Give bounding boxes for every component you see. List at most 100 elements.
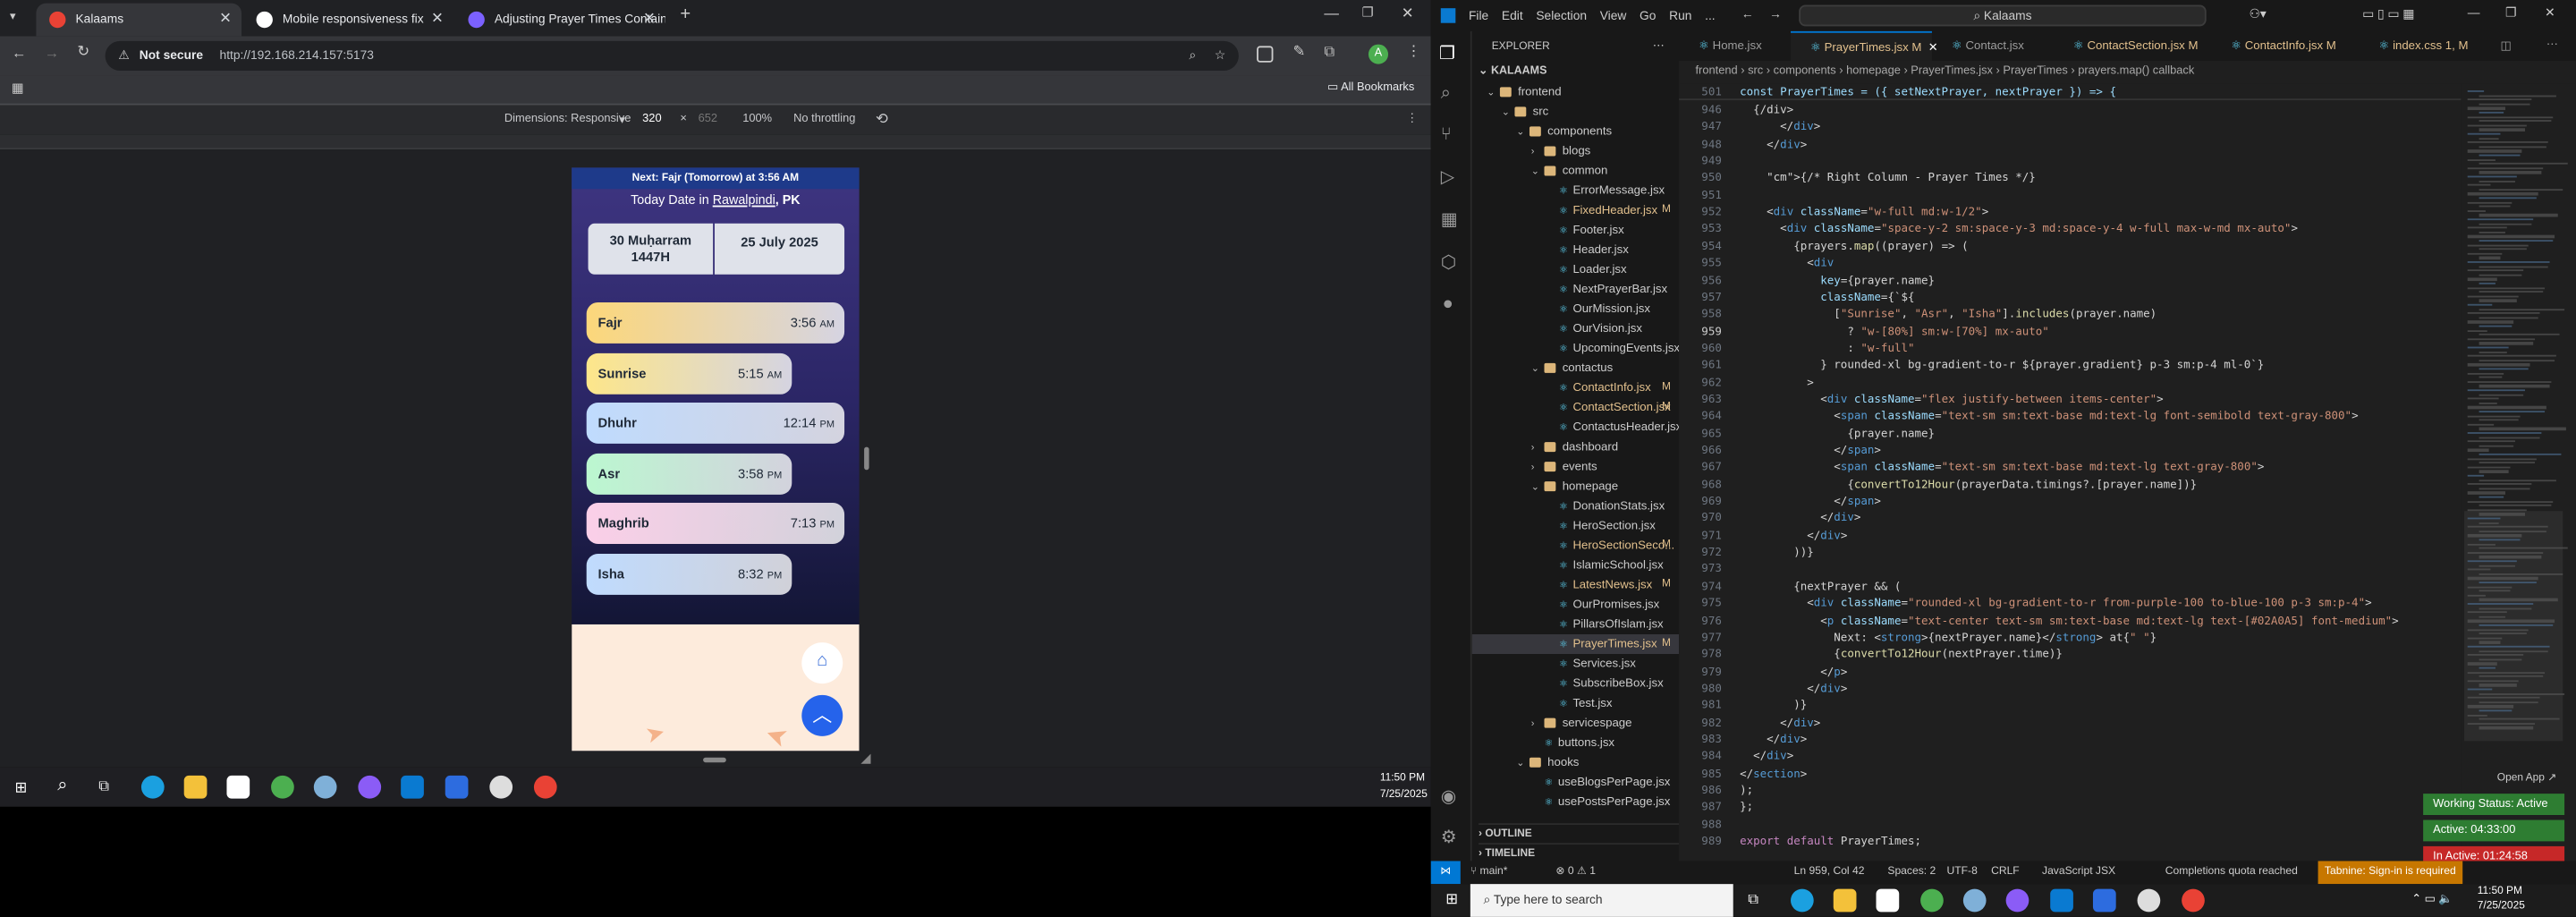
minimap[interactable]: Open App ↗ — [2461, 83, 2576, 862]
account-icon[interactable]: ◉ — [1441, 785, 1457, 807]
tree-file[interactable]: ⚛ FixedHeader.jsx M — [1472, 200, 1679, 220]
menu-item[interactable]: Go — [1640, 8, 1656, 23]
tab-search-icon[interactable]: ▾ — [10, 10, 15, 23]
settings-gear-icon[interactable]: ⚙ — [1441, 827, 1457, 848]
cloud-app-icon[interactable] — [2137, 888, 2161, 913]
minimize-icon[interactable]: — — [1324, 5, 1339, 21]
explorer-icon[interactable]: ❐ — [1439, 43, 1455, 64]
device-more-icon[interactable]: ⋮ — [1406, 112, 1418, 125]
forward-icon[interactable]: → — [45, 45, 60, 61]
search-icon[interactable]: ⌕ — [1441, 84, 1451, 106]
tray-icons[interactable]: ⌃ ▭ 🔈 — [2411, 892, 2453, 905]
apps-grid-icon[interactable]: ▦ — [12, 81, 24, 96]
search-icon[interactable]: ⌕ — [57, 776, 67, 797]
indent-setting[interactable]: Spaces: 2 — [1887, 861, 1936, 884]
tree-file[interactable]: ⚛ UpcomingEvents.jsx — [1472, 338, 1679, 358]
copilot-icon[interactable]: ⚇▾ — [2249, 6, 2266, 21]
tree-file[interactable]: ⚛ SubscribeBox.jsx — [1472, 674, 1679, 693]
editor-tab[interactable]: ⚛ PrayerTimes.jsx M ✕ — [1791, 30, 1938, 61]
tree-file[interactable]: ⚛ NextPrayerBar.jsx — [1472, 279, 1679, 299]
extension-icon[interactable] — [1257, 46, 1274, 63]
layout-icons[interactable]: ▭ ▯ ▭ ▦ — [2362, 6, 2414, 21]
tree-file[interactable]: ⚛ Test.jsx — [1472, 693, 1679, 713]
resize-handle-bottom[interactable] — [703, 757, 726, 763]
tree-file[interactable]: ⚛ OurVision.jsx — [1472, 318, 1679, 338]
restore-icon[interactable]: ❐ — [2505, 5, 2516, 21]
tree-folder[interactable]: ⌄ frontend — [1472, 82, 1679, 102]
nav-forward-icon[interactable]: → — [1769, 6, 1782, 21]
tree-folder[interactable]: ⌄ hooks — [1472, 752, 1679, 772]
tree-file[interactable]: ⚛ PillarsOfIslam.jsx — [1472, 615, 1679, 634]
menu-item[interactable]: Selection — [1536, 8, 1587, 23]
task-view-icon[interactable]: ⧉ — [1748, 890, 1758, 908]
tree-file[interactable]: ⚛ buttons.jsx — [1472, 733, 1679, 752]
zoom-search-icon[interactable]: ⌕ — [1189, 41, 1196, 71]
chrome-icon-2[interactable] — [533, 775, 557, 799]
vscode-icon[interactable] — [2050, 888, 2073, 913]
restore-icon[interactable]: ❐ — [1362, 5, 1374, 21]
reload-icon[interactable]: ↻ — [77, 43, 89, 61]
close-icon[interactable]: ✕ — [431, 4, 444, 35]
run-debug-icon[interactable]: ▷ — [1441, 166, 1455, 187]
throttle-select[interactable]: No throttling — [793, 114, 855, 125]
task-view-icon[interactable]: ⧉ — [98, 777, 109, 795]
editor-tab[interactable]: ⚛ ContactSection.jsx M — [2054, 31, 2211, 61]
tree-file[interactable]: ⚛ Footer.jsx — [1472, 220, 1679, 240]
resize-handle-right[interactable] — [864, 446, 869, 471]
scroll-top-button[interactable]: ︿ — [801, 694, 843, 736]
chrome-menu-icon[interactable]: ⋮ — [1406, 43, 1421, 61]
city-link[interactable]: Rawalpindi — [713, 192, 775, 208]
store-icon[interactable] — [1876, 888, 1900, 913]
close-icon[interactable]: ✕ — [643, 4, 656, 35]
menu-item[interactable]: Edit — [1502, 8, 1523, 23]
app-icon[interactable] — [1962, 888, 1987, 913]
tab-kalaams[interactable]: Kalaams ✕ — [36, 3, 242, 37]
tabnine-status[interactable]: Tabnine: Sign-in is required — [2318, 861, 2463, 885]
tree-file[interactable]: ⚛ IslamicSchool.jsx — [1472, 556, 1679, 575]
tree-folder[interactable]: ⌄ common — [1472, 161, 1679, 181]
pen-extension-icon[interactable]: ✎ — [1292, 43, 1305, 61]
leaf-icon[interactable]: ● — [1443, 294, 1453, 314]
tab-claude[interactable]: Adjusting Prayer Times Contain ✕ — [455, 4, 665, 37]
copilot-quota[interactable]: Completions quota reached — [2165, 861, 2298, 884]
editor-more-icon[interactable]: ⋯ — [2546, 36, 2558, 51]
menu-item[interactable]: Run — [1669, 8, 1691, 23]
address-bar[interactable]: ⚠ Not secure http://192.168.214.157:5173… — [105, 40, 1239, 71]
tree-file[interactable]: ⚛ OurPromises.jsx — [1472, 595, 1679, 615]
tree-file[interactable]: ⚛ Header.jsx — [1472, 240, 1679, 259]
outline-section[interactable]: › OUTLINE — [1479, 823, 1680, 840]
tree-file[interactable]: ⚛ ErrorMessage.jsx — [1472, 181, 1679, 200]
tree-folder[interactable]: › blogs — [1472, 141, 1679, 161]
split-editor-icon[interactable]: ◫ — [2500, 38, 2511, 53]
edge-icon[interactable] — [1791, 888, 1814, 913]
tree-file[interactable]: ⚛ ContactSection.jsx M — [1472, 397, 1679, 417]
tree-folder[interactable]: ⌄ contactus — [1472, 358, 1679, 378]
remote-icon[interactable]: ⬡ — [1441, 251, 1457, 273]
tree-file[interactable]: ⚛ ContactusHeader.jsx — [1472, 418, 1679, 437]
windows-start-icon[interactable]: ⊞ — [15, 779, 28, 797]
store-icon[interactable] — [226, 775, 250, 799]
tree-file[interactable]: ⚛ OurMission.jsx — [1472, 299, 1679, 318]
tree-file[interactable]: ⚛ PrayerTimes.jsx M — [1471, 633, 1680, 655]
tree-file[interactable]: ⚛ useBlogsPerPage.jsx — [1472, 772, 1679, 792]
taskbar-search-box[interactable]: ⌕ Type here to search — [1470, 884, 1733, 917]
nav-back-icon[interactable]: ← — [1741, 6, 1754, 21]
language-mode[interactable]: JavaScript JSX — [2042, 861, 2115, 884]
all-bookmarks[interactable]: ▭ All Bookmarks — [1327, 81, 1414, 94]
file-explorer-icon[interactable] — [1833, 888, 1857, 913]
tree-folder[interactable]: ⌄ components — [1472, 122, 1679, 141]
profile-avatar[interactable]: A — [1368, 44, 1389, 64]
height-input[interactable]: 652 — [699, 114, 717, 125]
edge-icon[interactable] — [140, 775, 165, 799]
tree-folder[interactable]: ⌄ homepage — [1472, 477, 1679, 497]
tree-folder[interactable]: › servicespage — [1472, 713, 1679, 733]
tree-folder[interactable]: › events — [1472, 457, 1679, 477]
mosque-button[interactable]: ⌂ — [801, 642, 843, 684]
workspace-root[interactable]: ⌄ KALAAMS — [1479, 64, 1546, 77]
github-icon[interactable] — [2005, 888, 2029, 913]
encoding-setting[interactable]: UTF-8 — [1946, 861, 1977, 884]
tree-folder[interactable]: › dashboard — [1472, 437, 1679, 457]
code-editor[interactable]: 501 const PrayerTimes = ({ setNextPrayer… — [1679, 83, 2462, 862]
branch-indicator[interactable]: ⑂ main* — [1470, 861, 1508, 884]
tree-file[interactable]: ⚛ ContactInfo.jsx M — [1472, 378, 1679, 397]
